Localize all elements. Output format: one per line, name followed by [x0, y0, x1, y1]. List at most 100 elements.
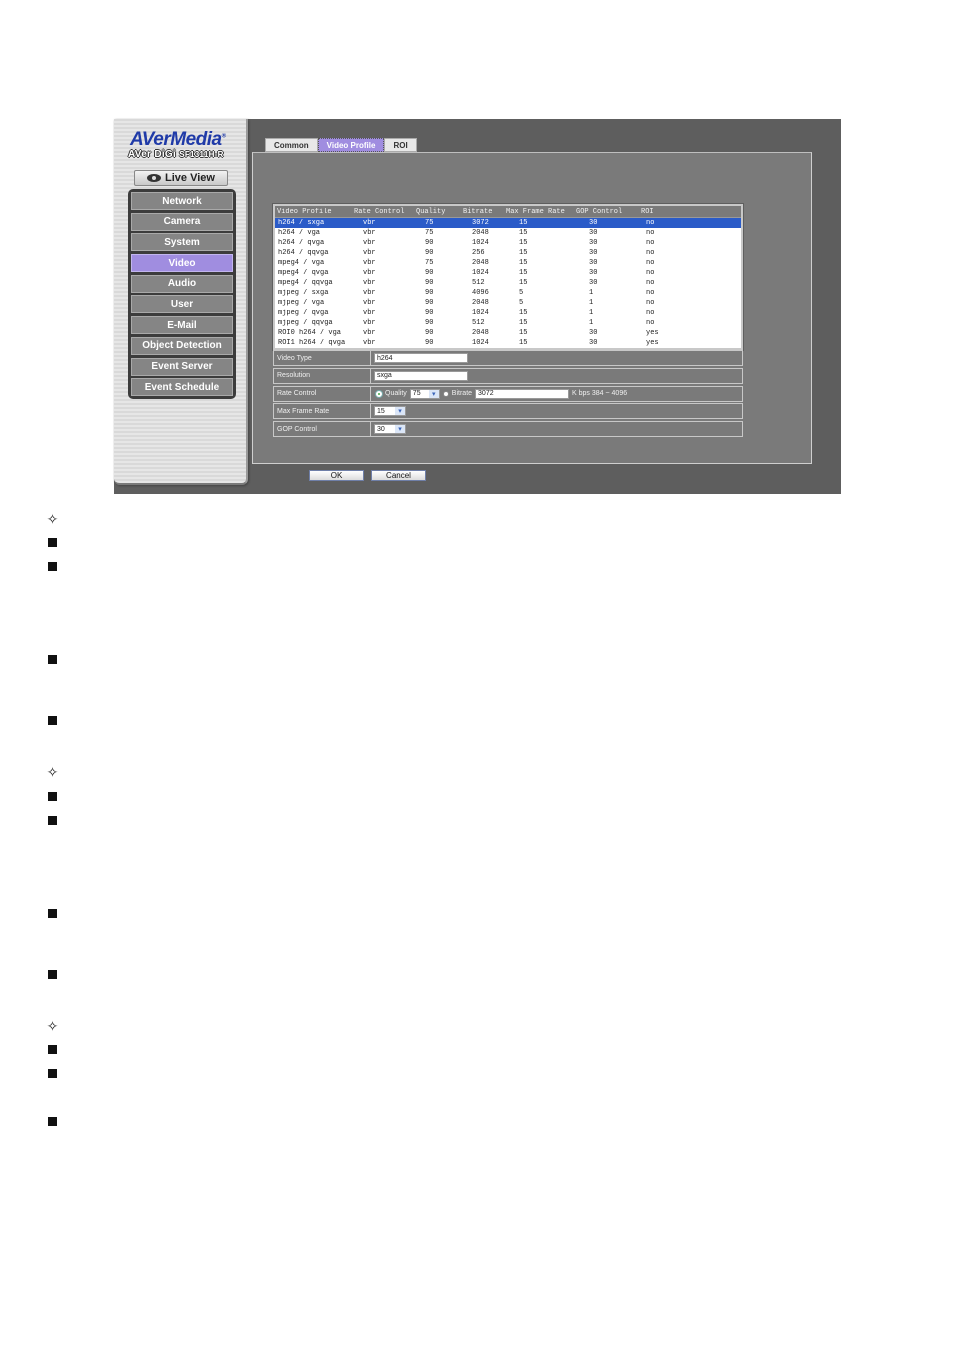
column-header: Max Frame Rate — [506, 207, 565, 216]
profile-row[interactable]: mpeg4 / vga vbr 75 2048 15 30 no — [275, 258, 741, 268]
profile-cell: no — [646, 229, 655, 237]
chevron-down-icon: ▾ — [428, 389, 439, 398]
profile-cell: 15 — [519, 319, 528, 327]
profile-row[interactable]: h264 / sxga vbr 75 3072 15 30 no — [275, 218, 741, 228]
profile-cell: 30 — [589, 249, 598, 257]
profile-cell: 75 — [425, 259, 434, 267]
profile-cell: 90 — [425, 279, 434, 287]
sidebar-item-e-mail[interactable]: E-Mail — [131, 316, 233, 335]
profile-row[interactable]: ROI1 h264 / qvga vbr 90 1024 15 30 yes — [275, 338, 741, 348]
profile-cell: 2048 — [472, 299, 489, 307]
profile-cell: 90 — [425, 309, 434, 317]
ok-button[interactable]: OK — [309, 470, 364, 481]
profile-cell: 90 — [425, 269, 434, 277]
profile-cell: 90 — [425, 249, 434, 257]
profile-cell: 90 — [425, 289, 434, 297]
max-frame-rate-label: Max Frame Rate — [274, 404, 371, 419]
resolution-label: Resolution — [274, 368, 371, 383]
chevron-down-icon: ▾ — [395, 425, 405, 434]
profile-cell: mjpeg / sxga — [278, 289, 329, 297]
star-bullet-icon: ✧ — [46, 763, 59, 780]
max-frame-rate-value: 15 — [377, 407, 385, 415]
sidebar-item-event-server[interactable]: Event Server — [131, 357, 233, 376]
bitrate-radio[interactable] — [442, 390, 449, 397]
cancel-button[interactable]: Cancel — [371, 470, 426, 481]
profile-cell: 15 — [519, 339, 528, 347]
profile-row[interactable]: mjpeg / vga vbr 90 2048 5 1 no — [275, 298, 741, 308]
profile-row[interactable]: mpeg4 / qqvga vbr 90 512 15 30 no — [275, 278, 741, 288]
profile-cell: 90 — [425, 319, 434, 327]
live-view-button[interactable]: Live View — [134, 170, 228, 186]
sidebar-item-object-detection[interactable]: Object Detection — [131, 336, 233, 355]
profile-row[interactable]: mpeg4 / qvga vbr 90 1024 15 30 no — [275, 268, 741, 278]
profile-cell: 15 — [519, 259, 528, 267]
bitrate-label: Bitrate — [451, 390, 473, 398]
profile-cell: 1 — [589, 299, 594, 307]
profile-cell: 15 — [519, 229, 528, 237]
sidebar-item-audio[interactable]: Audio — [131, 274, 233, 293]
column-header: Rate Control — [354, 207, 405, 216]
tab-common[interactable]: Common — [265, 138, 318, 152]
sidebar-item-event-schedule[interactable]: Event Schedule — [131, 378, 233, 397]
profile-cell: no — [646, 309, 655, 317]
profile-cell: 15 — [519, 329, 528, 337]
profile-cell: vbr — [363, 319, 376, 327]
profile-cell: mpeg4 / qqvga — [278, 279, 333, 287]
profile-list[interactable]: Video Profile Rate Control Quality Bitrate M… — [273, 204, 743, 350]
profile-cell: no — [646, 279, 655, 287]
profile-row[interactable]: mjpeg / sxga vbr 90 4096 5 1 no — [275, 288, 741, 298]
profile-cell: 2048 — [472, 329, 489, 337]
profile-cell: 1024 — [472, 239, 489, 247]
sidebar-item-camera[interactable]: Camera — [131, 212, 233, 231]
video-profile-panel: Video Profile Rate Control Quality Bitrate M… — [252, 152, 812, 464]
profile-cell: 15 — [519, 279, 528, 287]
sidebar-item-network[interactable]: Network — [131, 192, 233, 210]
resolution-input[interactable]: sxga — [374, 370, 468, 381]
profile-cell: vbr — [363, 279, 376, 287]
profile-row[interactable]: mjpeg / qqvga vbr 90 512 15 1 no — [275, 318, 741, 328]
profile-row[interactable]: h264 / vga vbr 75 2048 15 30 no — [275, 228, 741, 238]
model-name: SF1311H-R — [179, 150, 224, 159]
sidebar-item-video[interactable]: Video — [131, 254, 233, 273]
column-header: Video Profile — [277, 207, 332, 216]
quality-label: Quality — [385, 390, 407, 398]
column-header: Bitrate — [463, 207, 493, 216]
profile-cell: 2048 — [472, 229, 489, 237]
tab-roi[interactable]: ROI — [384, 138, 417, 152]
profile-cell: mpeg4 / qvga — [278, 269, 329, 277]
profile-cell: mjpeg / vga — [278, 299, 325, 307]
max-frame-rate-select[interactable]: 15 ▾ — [374, 406, 406, 417]
bitrate-input[interactable]: 3072 — [475, 388, 570, 399]
profile-cell: ROI0 h264 / vga — [278, 329, 342, 337]
sidebar-item-system[interactable]: System — [131, 233, 233, 252]
profile-cell: yes — [646, 329, 659, 337]
profile-row[interactable]: mjpeg / qvga vbr 90 1024 15 1 no — [275, 308, 741, 318]
quality-radio[interactable] — [376, 390, 382, 397]
gop-control-row: GOP Control 30 ▾ — [273, 421, 743, 438]
tab-video-profile[interactable]: Video Profile — [317, 138, 385, 152]
profile-cell: no — [646, 219, 655, 227]
star-bullet-icon: ✧ — [46, 1017, 59, 1034]
profile-row[interactable]: h264 / qvga vbr 90 1024 15 30 no — [275, 238, 741, 248]
profile-cell: vbr — [363, 269, 376, 277]
profile-cell: h264 / qvga — [278, 239, 325, 247]
gop-control-select[interactable]: 30 ▾ — [374, 424, 406, 435]
profile-row[interactable]: ROI0 h264 / vga vbr 90 2048 15 30 yes — [275, 328, 741, 338]
profile-cell: 15 — [519, 249, 528, 257]
profile-cell: no — [646, 319, 655, 327]
sidebar-menu: Network Camera System Video Audio User E-Mail O… — [128, 189, 236, 400]
sidebar-item-user[interactable]: User — [131, 295, 233, 314]
profile-row[interactable]: h264 / qqvga vbr 90 256 15 30 no — [275, 248, 741, 258]
profile-cell: 90 — [425, 329, 434, 337]
square-bullet-icon — [47, 654, 58, 665]
rate-control-label: Rate Control — [274, 386, 371, 401]
video-type-input[interactable]: h264 — [374, 353, 468, 363]
profile-cell: vbr — [363, 249, 376, 257]
profile-cell: 1 — [589, 309, 594, 317]
quality-select[interactable]: 75 ▾ — [409, 388, 440, 399]
eye-icon — [147, 174, 162, 182]
profile-cell: vbr — [363, 299, 376, 307]
screenshot: AVerMedia® AVer DiGi SF1311H-R Live View… — [114, 119, 841, 494]
live-view-label: Live View — [165, 172, 215, 184]
profile-cell: mpeg4 / vga — [278, 259, 325, 267]
